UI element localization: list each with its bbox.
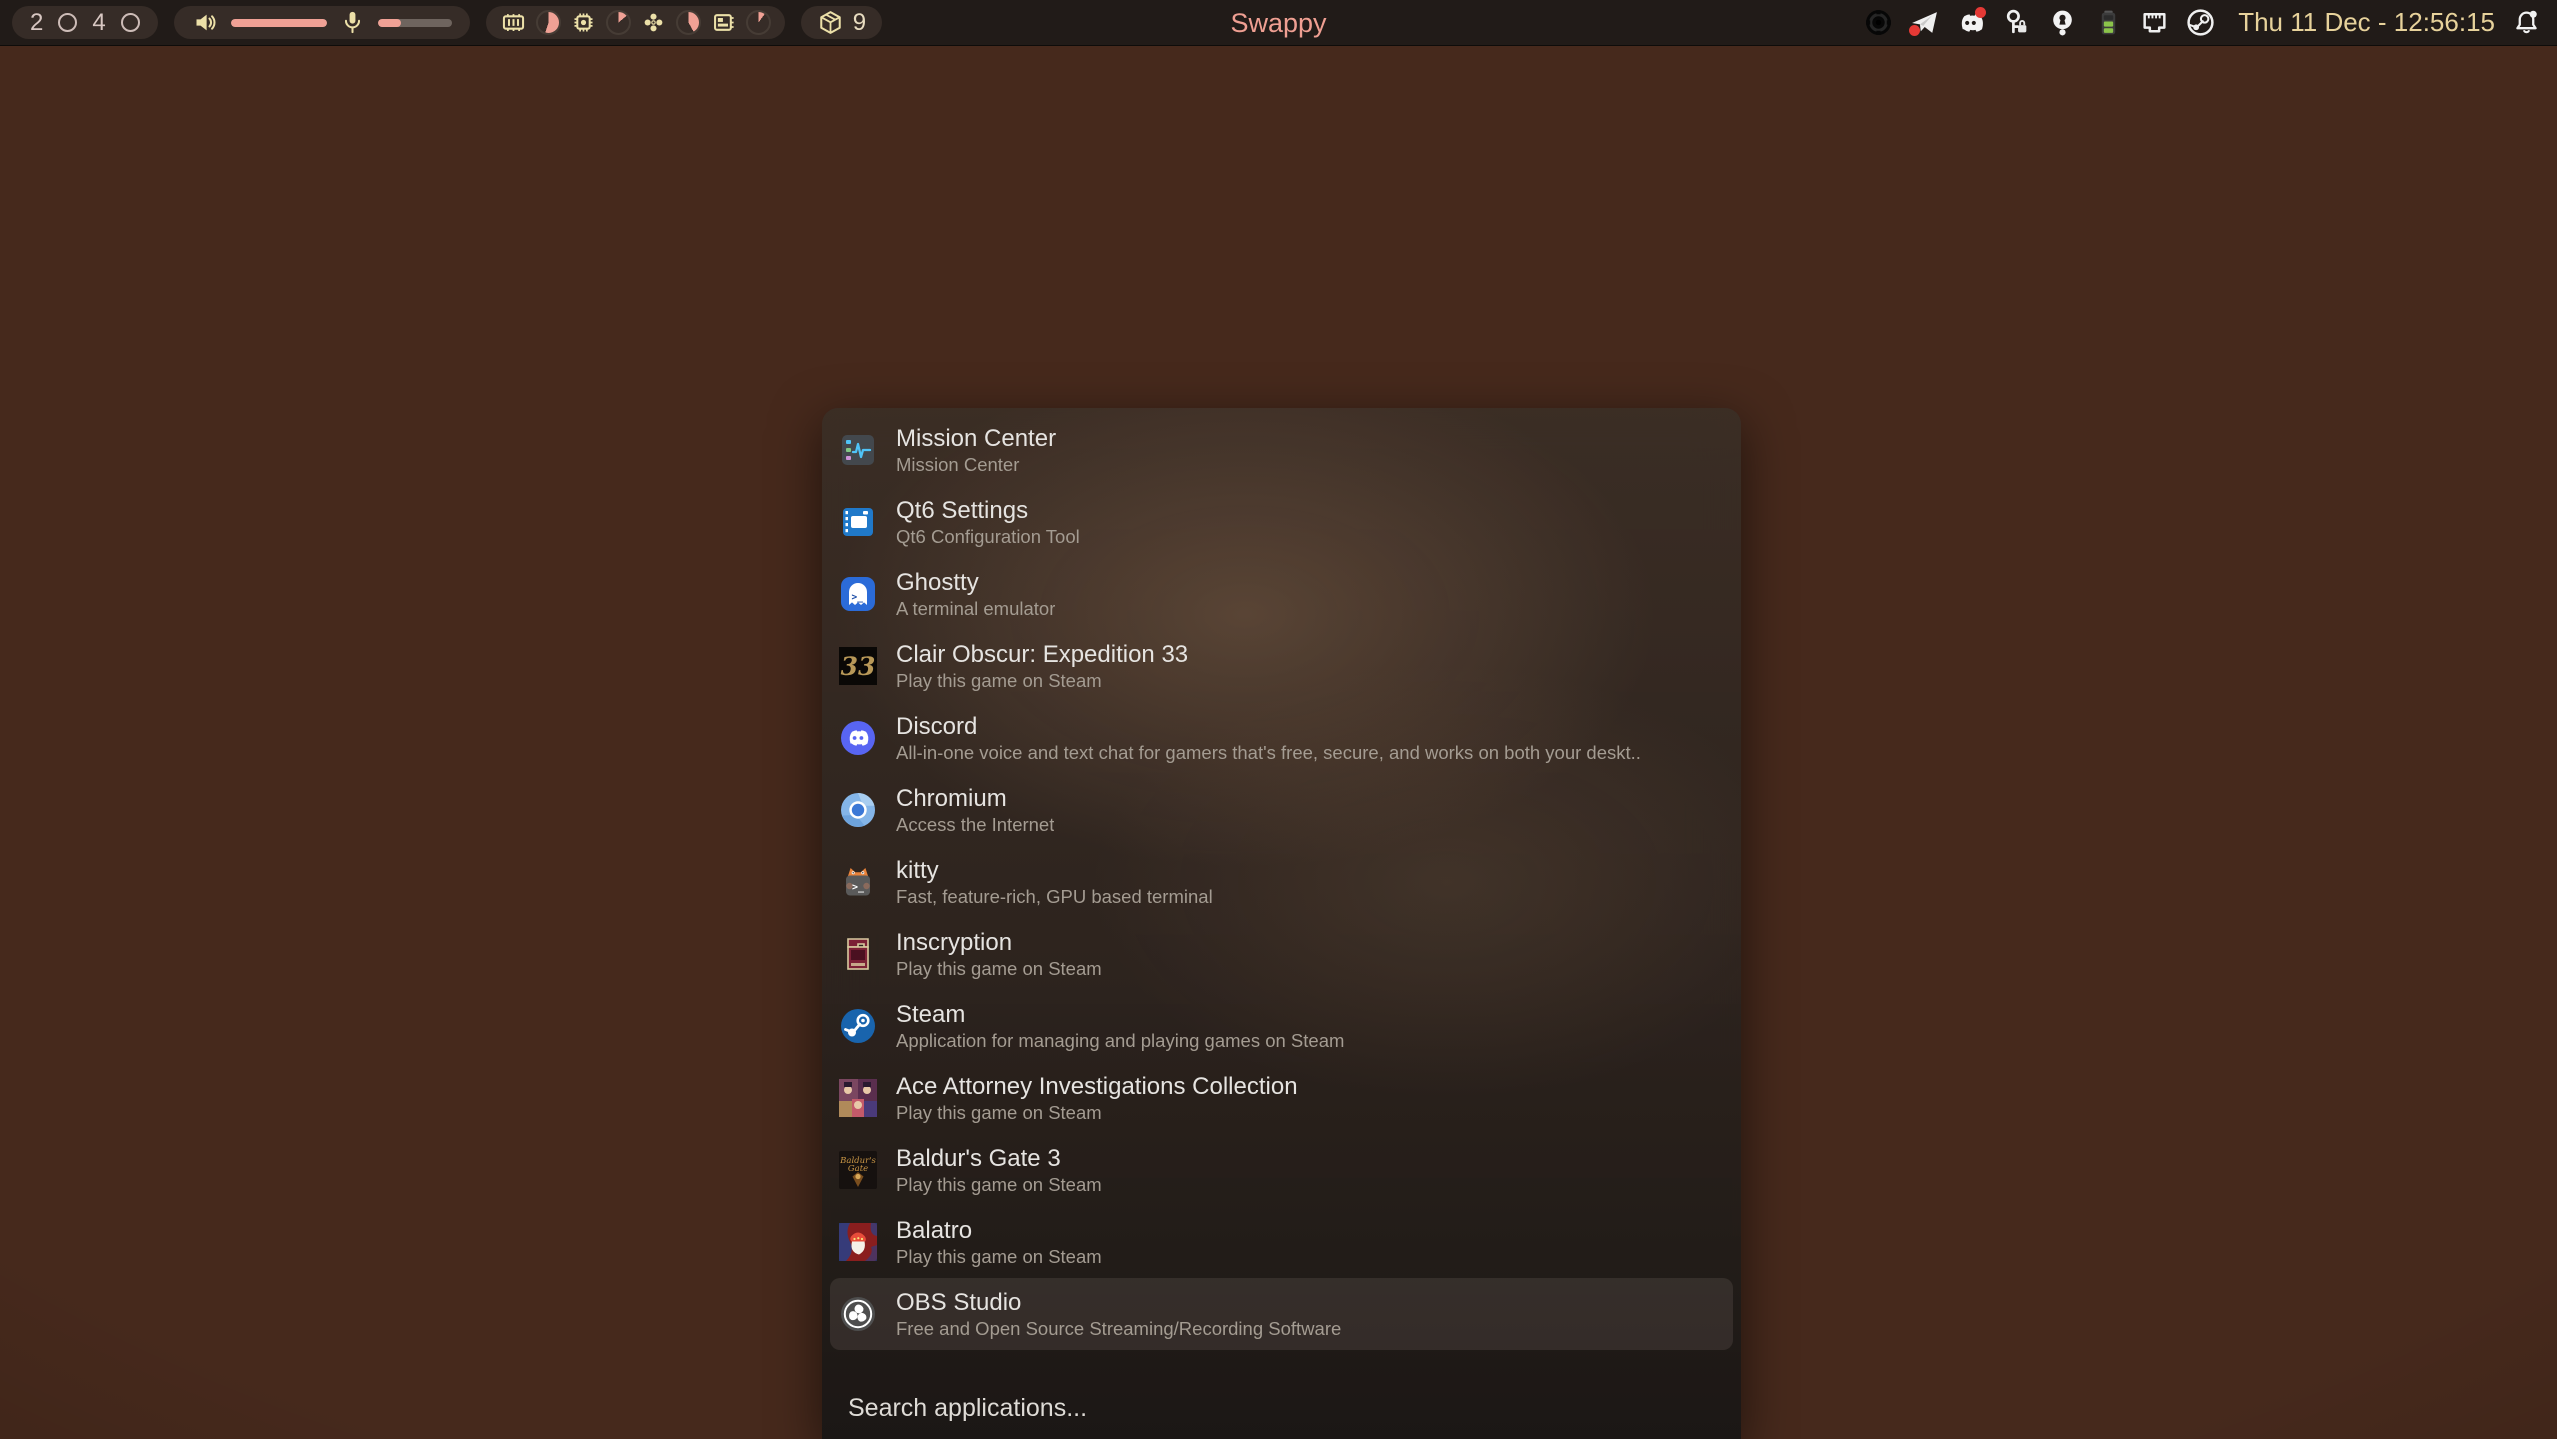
top-bar: 24 9 Swappy bbox=[0, 0, 2557, 46]
app-row-ghostty[interactable]: >_ Ghostty A terminal emulator bbox=[830, 558, 1733, 630]
app-description: Play this game on Steam bbox=[896, 957, 1102, 980]
workspace-4[interactable]: 4 bbox=[92, 6, 105, 39]
app-title: Chromium bbox=[896, 784, 1054, 813]
app-description: Mission Center bbox=[896, 453, 1056, 476]
bar-left-modules: 24 9 bbox=[0, 6, 882, 39]
app-description: Qt6 Configuration Tool bbox=[896, 525, 1080, 548]
disk-icon bbox=[710, 9, 737, 36]
cpu-usage-pie bbox=[606, 10, 631, 35]
app-list: Mission Center Mission Center Qt6 Settin… bbox=[822, 408, 1741, 1350]
app-row-mission-center[interactable]: Mission Center Mission Center bbox=[830, 414, 1733, 486]
app-description: Access the Internet bbox=[896, 813, 1054, 836]
app-title: Ace Attorney Investigations Collection bbox=[896, 1072, 1298, 1101]
bell-icon[interactable] bbox=[2512, 8, 2541, 37]
app-title: Steam bbox=[896, 1000, 1344, 1029]
svg-text:>_: >_ bbox=[852, 592, 864, 603]
app-description: All-in-one voice and text chat for gamer… bbox=[896, 741, 1641, 764]
microphone-icon bbox=[339, 9, 366, 36]
kitty-icon: >_ bbox=[839, 863, 877, 901]
app-description: Play this game on Steam bbox=[896, 1101, 1298, 1124]
app-description: Application for managing and playing gam… bbox=[896, 1029, 1344, 1052]
mic-slider[interactable] bbox=[378, 19, 452, 27]
app-description: Play this game on Steam bbox=[896, 1173, 1102, 1196]
monitor-module[interactable] bbox=[486, 6, 785, 39]
steam-tray-icon[interactable] bbox=[2186, 8, 2215, 37]
app-launcher: Mission Center Mission Center Qt6 Settin… bbox=[822, 408, 1741, 1439]
workspace-empty[interactable] bbox=[58, 13, 77, 32]
app-description: Fast, feature-rich, GPU based terminal bbox=[896, 885, 1213, 908]
updates-module[interactable]: 9 bbox=[801, 6, 882, 39]
app-title: Clair Obscur: Expedition 33 bbox=[896, 640, 1188, 669]
app-title: Baldur's Gate 3 bbox=[896, 1144, 1102, 1173]
updates-count: 9 bbox=[853, 9, 866, 37]
app-row-chromium[interactable]: Chromium Access the Internet bbox=[830, 774, 1733, 846]
discord-icon bbox=[839, 719, 877, 757]
memory-usage-pie bbox=[536, 10, 561, 35]
memory-icon bbox=[500, 9, 527, 36]
mission-center-icon bbox=[839, 431, 877, 469]
app-description: A terminal emulator bbox=[896, 597, 1055, 620]
svg-text:33: 33 bbox=[841, 652, 876, 681]
bar-center: Swappy bbox=[1230, 0, 1326, 46]
obs-studio-icon bbox=[839, 1295, 877, 1333]
svg-text:>_: >_ bbox=[852, 882, 865, 893]
mic-slider-fill bbox=[378, 19, 402, 27]
app-row-steam[interactable]: Steam Application for managing and playi… bbox=[830, 990, 1733, 1062]
discord-tray-icon[interactable] bbox=[1956, 8, 1985, 37]
cpu-icon bbox=[570, 9, 597, 36]
gpu-icon bbox=[640, 9, 667, 36]
steelseries-icon[interactable] bbox=[1864, 8, 1893, 37]
workspaces[interactable]: 24 bbox=[12, 6, 158, 39]
package-icon bbox=[817, 9, 844, 36]
app-title: OBS Studio bbox=[896, 1288, 1341, 1317]
ace-attorney-icon bbox=[839, 1079, 877, 1117]
volume-slider[interactable] bbox=[231, 19, 327, 27]
search-input[interactable]: Search applications... bbox=[848, 1394, 1087, 1423]
app-title: Discord bbox=[896, 712, 1641, 741]
app-title: Balatro bbox=[896, 1216, 1102, 1245]
app-row-obs-studio[interactable]: OBS Studio Free and Open Source Streamin… bbox=[830, 1278, 1733, 1350]
audio-module[interactable] bbox=[174, 6, 470, 39]
clock[interactable]: Thu 11 Dec - 12:56:15 bbox=[2238, 7, 2495, 38]
baldurs-gate-3-icon: Baldur'sGate bbox=[839, 1151, 877, 1189]
app-row-kitty[interactable]: >_ kitty Fast, feature-rich, GPU based t… bbox=[830, 846, 1733, 918]
desktop: 24 9 Swappy bbox=[0, 0, 2557, 1439]
app-title: kitty bbox=[896, 856, 1213, 885]
inscryption-icon bbox=[839, 935, 877, 973]
disk-usage-pie bbox=[746, 10, 771, 35]
app-title: Qt6 Settings bbox=[896, 496, 1080, 525]
app-row-balatro[interactable]: Balatro Play this game on Steam bbox=[830, 1206, 1733, 1278]
ghostty-icon: >_ bbox=[839, 575, 877, 613]
battery-icon[interactable] bbox=[2094, 8, 2123, 37]
app-row-ace-attorney[interactable]: Ace Attorney Investigations Collection P… bbox=[830, 1062, 1733, 1134]
app-title: Inscryption bbox=[896, 928, 1102, 957]
volume-slider-fill bbox=[231, 19, 327, 27]
qt6-settings-icon bbox=[839, 503, 877, 541]
key-lock-icon[interactable] bbox=[2002, 8, 2031, 37]
steam-icon bbox=[839, 1007, 877, 1045]
app-row-inscryption[interactable]: Inscryption Play this game on Steam bbox=[830, 918, 1733, 990]
telegram-icon[interactable] bbox=[1910, 8, 1939, 37]
balatro-icon bbox=[839, 1223, 877, 1261]
app-description: Play this game on Steam bbox=[896, 669, 1188, 692]
workspace-empty[interactable] bbox=[121, 13, 140, 32]
app-row-baldurs-gate-3[interactable]: Baldur'sGate Baldur's Gate 3 Play this g… bbox=[830, 1134, 1733, 1206]
app-description: Play this game on Steam bbox=[896, 1245, 1102, 1268]
chromium-icon bbox=[839, 791, 877, 829]
app-title: Mission Center bbox=[896, 424, 1056, 453]
app-row-qt6-settings[interactable]: Qt6 Settings Qt6 Configuration Tool bbox=[830, 486, 1733, 558]
workspace-2[interactable]: 2 bbox=[30, 6, 43, 39]
app-description: Free and Open Source Streaming/Recording… bbox=[896, 1317, 1341, 1340]
gpu-usage-pie bbox=[676, 10, 701, 35]
bar-right-modules: Thu 11 Dec - 12:56:15 bbox=[1864, 7, 2557, 38]
clair-obscur-icon: 33 bbox=[839, 647, 877, 685]
focused-window-title: Swappy bbox=[1230, 8, 1326, 39]
keyhole-icon[interactable] bbox=[2048, 8, 2077, 37]
app-row-clair-obscur[interactable]: 33 Clair Obscur: Expedition 33 Play this… bbox=[830, 630, 1733, 702]
speaker-icon bbox=[192, 9, 219, 36]
app-row-discord[interactable]: Discord All-in-one voice and text chat f… bbox=[830, 702, 1733, 774]
ethernet-icon[interactable] bbox=[2140, 8, 2169, 37]
app-title: Ghostty bbox=[896, 568, 1055, 597]
